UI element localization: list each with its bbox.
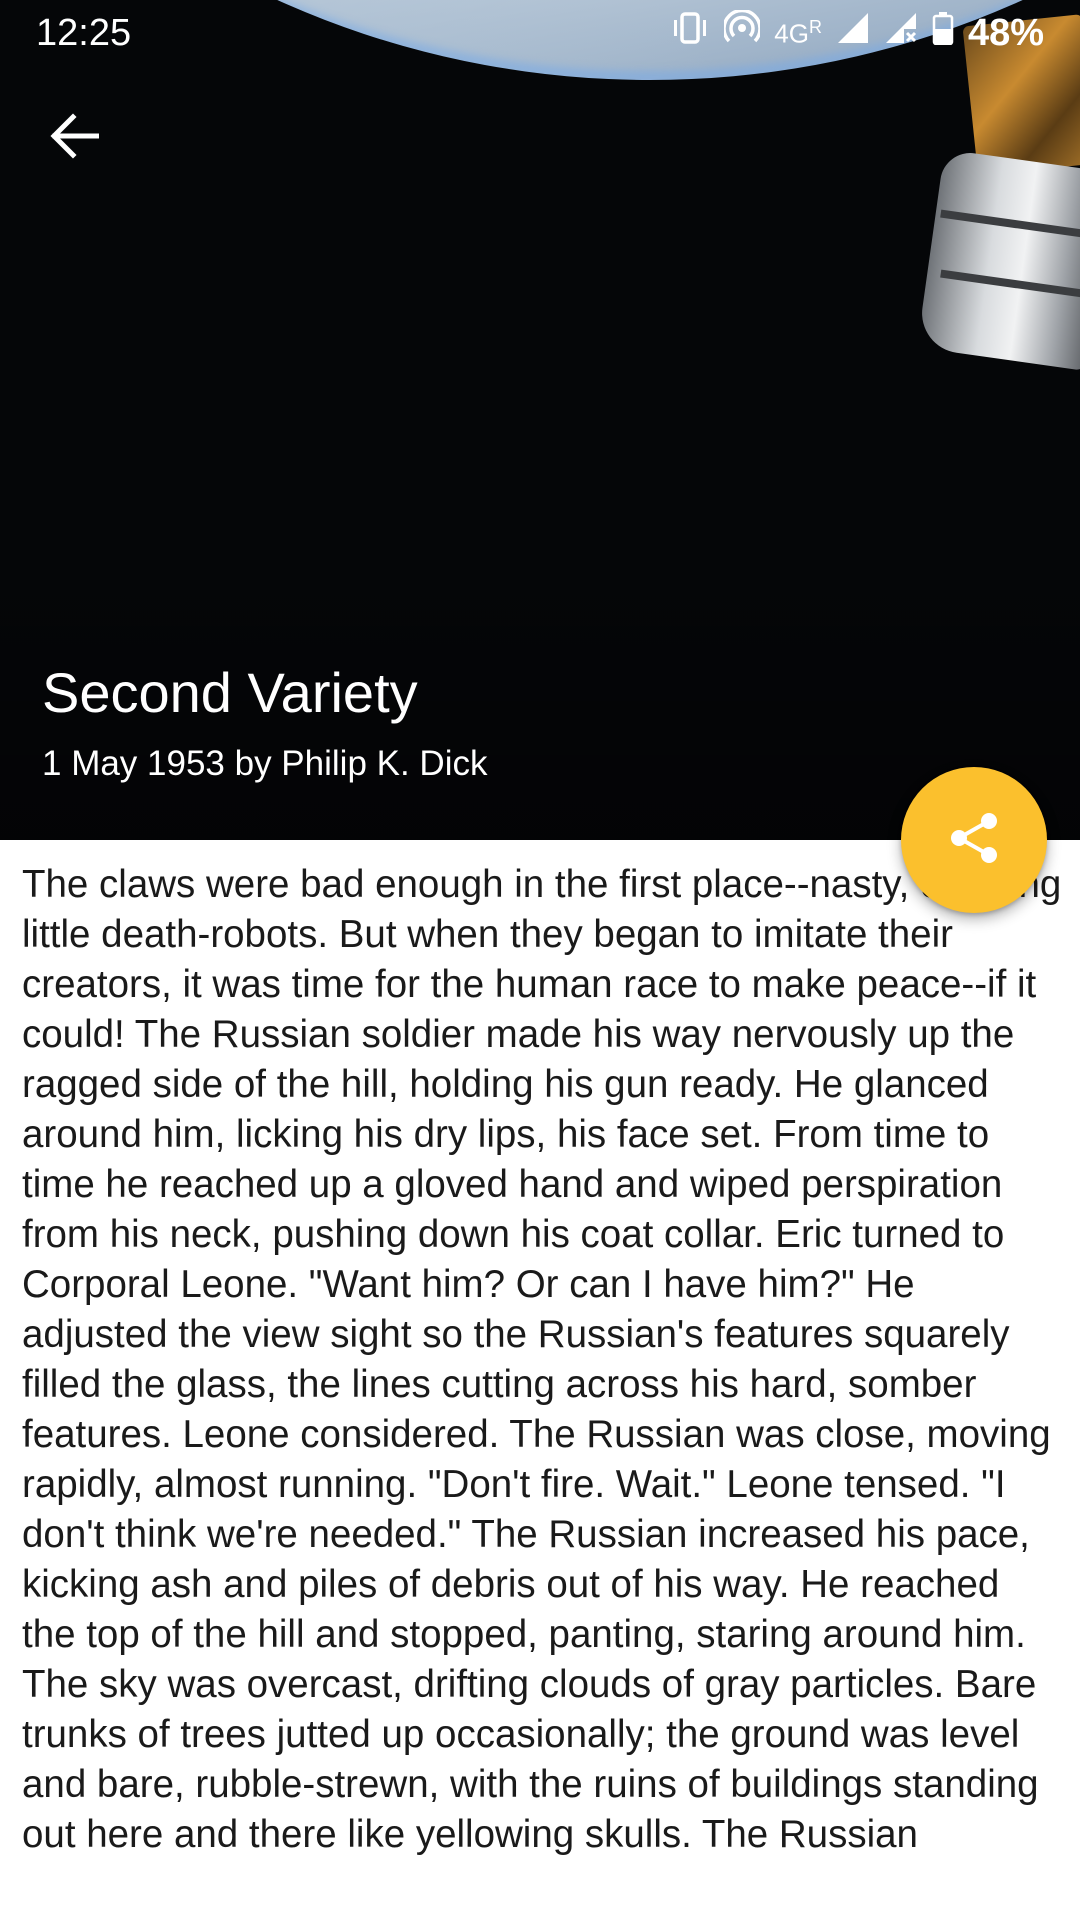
story-body: The claws were bad enough in the first p… — [22, 863, 1062, 1856]
screen: 12:25 4GR 48% Second Variety 1 May 1953 … — [0, 0, 1080, 1920]
back-button[interactable] — [28, 92, 120, 184]
network-type: 4GR — [774, 16, 822, 49]
arrow-back-icon — [49, 112, 100, 164]
story-byline: 1 May 1953 by Philip K. Dick — [42, 744, 488, 783]
signal-icon — [836, 11, 870, 55]
story-title: Second Variety — [42, 661, 418, 724]
signal-no-sim-icon — [884, 11, 918, 55]
share-icon — [947, 811, 1001, 870]
share-button[interactable] — [901, 767, 1047, 913]
space-station-image — [900, 14, 1080, 400]
vibrate-icon — [670, 11, 710, 55]
status-bar: 12:25 4GR 48% — [0, 0, 1080, 66]
status-time: 12:25 — [36, 11, 132, 54]
battery-icon — [932, 11, 954, 55]
hotspot-icon — [722, 8, 762, 56]
battery-percentage: 48% — [967, 11, 1044, 54]
